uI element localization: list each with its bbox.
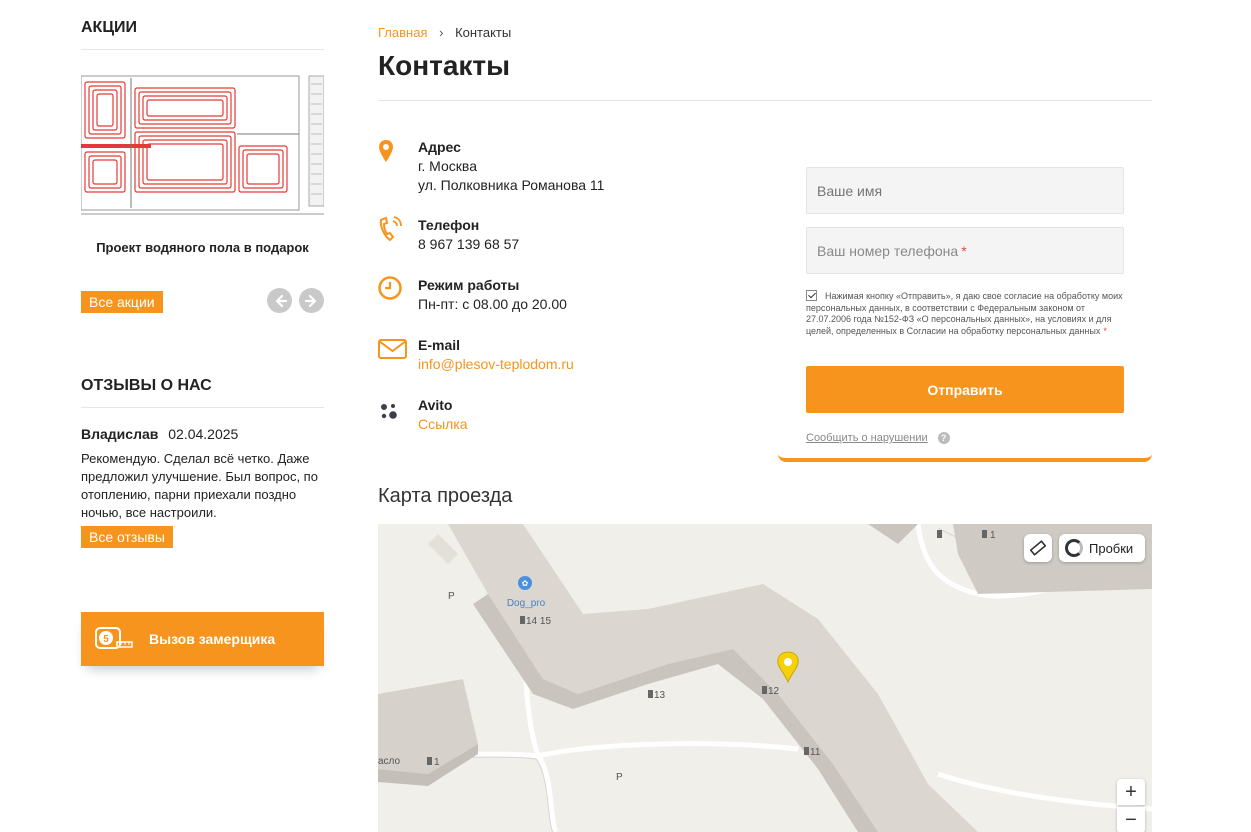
envelope-icon xyxy=(378,339,407,359)
map-pin-icon xyxy=(379,140,393,162)
address-street: ул. Полковника Романова 11 xyxy=(418,177,605,193)
phone-value[interactable]: 8 967 139 68 57 xyxy=(418,235,758,254)
location-map[interactable]: ✿ Dog_pro P P 14 15 13 12 11 1 1 асло Пр… xyxy=(378,524,1152,832)
map-label-house-1-top: 1 xyxy=(990,530,996,541)
map-label-parking-1: P xyxy=(448,591,455,602)
arrow-right-icon xyxy=(304,294,316,307)
address-label: Адрес xyxy=(418,139,461,155)
review-header: Владислав 02.04.2025 xyxy=(81,426,238,442)
consent-required-mark: * xyxy=(1103,325,1107,336)
tape-measure-icon: 5 xyxy=(95,627,133,649)
required-mark: * xyxy=(961,242,967,259)
help-icon[interactable]: ? xyxy=(937,432,950,444)
call-measurer-button[interactable]: 5 Вызов замерщика xyxy=(81,612,324,666)
map-label-house-13: 13 xyxy=(654,690,666,701)
arrow-left-icon xyxy=(275,294,287,307)
map-title: Карта проезда xyxy=(378,485,513,507)
traffic-icon xyxy=(1065,539,1083,557)
report-violation-label: Сообщить о нарушении xyxy=(806,432,928,444)
name-input[interactable] xyxy=(806,167,1124,214)
all-promos-button[interactable]: Все акции xyxy=(81,291,163,313)
promo-prev-button[interactable] xyxy=(267,288,292,313)
map-label-house-14-15: 14 15 xyxy=(526,616,551,627)
traffic-label: Пробки xyxy=(1089,540,1134,556)
breadcrumb-current: Контакты xyxy=(455,25,512,40)
traffic-button[interactable]: Пробки xyxy=(1059,534,1145,562)
chevron-right-icon: › xyxy=(439,25,444,40)
breadcrumb-home-link[interactable]: Главная xyxy=(378,25,427,40)
call-measurer-label: Вызов замерщика xyxy=(149,631,276,647)
map-label-house-1: 1 xyxy=(434,757,440,768)
phone-input-placeholder: Ваш номер телефона xyxy=(817,242,959,259)
consent-checkbox[interactable] xyxy=(806,290,817,301)
review-date: 02.04.2025 xyxy=(168,426,239,442)
map-canvas: ✿ Dog_pro P P 14 15 13 12 11 1 1 асло xyxy=(378,524,1152,832)
avito-icon xyxy=(381,404,397,419)
title-divider xyxy=(378,100,1152,101)
map-label-street: асло xyxy=(378,756,401,767)
consent-text: Нажимая кнопку «Отправить», я даю свое с… xyxy=(806,291,1123,336)
avito-label: Avito xyxy=(418,397,453,413)
report-violation-link[interactable]: Сообщить о нарушении? xyxy=(806,432,950,444)
breadcrumb: Главная › Контакты xyxy=(378,25,511,40)
svg-text:✿: ✿ xyxy=(522,579,529,588)
reviews-title: Отзывы о нас xyxy=(81,377,324,408)
tape-badge: 5 xyxy=(103,634,109,645)
all-reviews-button[interactable]: Все отзывы xyxy=(81,526,173,548)
promo-floor-plan-image[interactable] xyxy=(81,74,324,219)
hours-label: Режим работы xyxy=(418,277,520,293)
zoom-in-button[interactable]: + xyxy=(1117,779,1145,805)
email-link[interactable]: info@plesov-teplodom.ru xyxy=(418,356,574,372)
map-label-house-11: 11 xyxy=(810,747,821,758)
map-label-parking-2: P xyxy=(616,772,623,783)
promo-next-button[interactable] xyxy=(299,288,324,313)
promos-title: Акции xyxy=(81,19,324,50)
phone-label: Телефон xyxy=(418,217,480,233)
phone-input[interactable]: Ваш номер телефона * xyxy=(806,227,1124,274)
review-author: Владислав xyxy=(81,426,159,442)
callback-form: Ваш номер телефона * Нажимая кнопку «Отп… xyxy=(778,130,1152,462)
clock-icon xyxy=(378,276,402,300)
page-title: Контакты xyxy=(378,50,511,81)
map-label-house-12: 12 xyxy=(768,686,780,697)
zoom-out-button[interactable]: − xyxy=(1117,807,1145,832)
submit-button[interactable]: Отправить xyxy=(806,366,1124,413)
ruler-icon xyxy=(1030,540,1046,556)
floor-plan-drawing xyxy=(81,74,324,219)
email-label: E-mail xyxy=(418,337,461,353)
promo-caption[interactable]: Проект водяного пола в подарок xyxy=(81,240,324,255)
consent-block: Нажимая кнопку «Отправить», я даю свое с… xyxy=(806,290,1124,337)
avito-link[interactable]: Ссылка xyxy=(418,416,468,432)
phone-icon xyxy=(379,216,402,242)
review-text: Рекомендую. Сделал всё четко. Даже предл… xyxy=(81,451,318,520)
map-label-dogpro: Dog_pro xyxy=(507,598,546,609)
ruler-button[interactable] xyxy=(1024,534,1052,562)
address-city: г. Москва xyxy=(418,158,477,174)
hours-value: Пн-пт: с 08.00 до 20.00 xyxy=(418,296,567,312)
